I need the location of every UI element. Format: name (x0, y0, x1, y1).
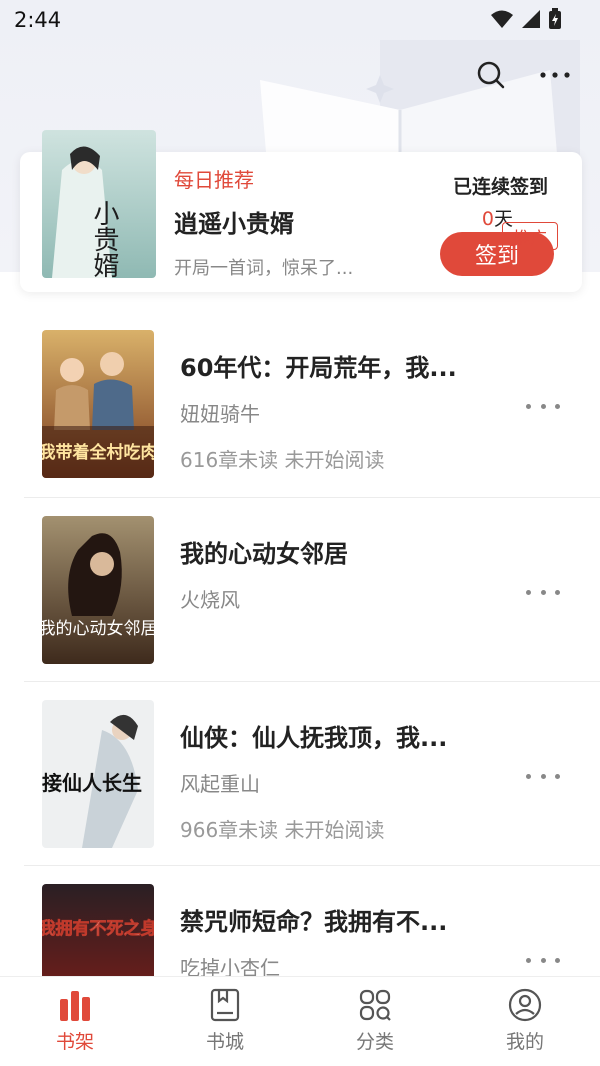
book-cover[interactable]: 我接仙人长生 (42, 700, 154, 848)
book-title[interactable]: 60年代：开局荒年，我... (180, 348, 480, 383)
book-more-button[interactable] (526, 582, 560, 602)
search-button[interactable] (474, 58, 508, 92)
more-button[interactable] (538, 58, 572, 92)
dot (555, 957, 560, 963)
nav-profile[interactable]: 我的 (450, 977, 600, 1066)
ad-badge: 推广 (502, 222, 558, 250)
dot (555, 589, 560, 595)
book-cover-title: 我接仙人长生 (42, 771, 142, 795)
nav-label: 书架 (55, 1031, 94, 1053)
streak-label: 已连续签到 (452, 176, 548, 198)
book-progress: 966章未读 未开始阅读 (180, 818, 385, 842)
book-author: 妞妞骑牛 (180, 402, 260, 426)
bookshelf-list: 我带着全村吃肉 60年代：开局荒年，我... 妞妞骑牛 616章未读 未开始阅读… (0, 312, 600, 986)
bookstore-icon (210, 988, 240, 1022)
dot (540, 403, 546, 409)
book-item[interactable]: 我的心动女邻居 我的心动女邻居 火烧风 (0, 498, 600, 682)
book-cover-art: 我带着全村吃肉 (42, 330, 154, 478)
book-more-button[interactable] (526, 950, 560, 970)
book-item[interactable]: 我带着全村吃肉 60年代：开局荒年，我... 妞妞骑牛 616章未读 未开始阅读 (0, 312, 600, 498)
category-icon (359, 989, 391, 1021)
dot (555, 773, 560, 779)
book-cover-art: 我接仙人长生 (42, 700, 154, 848)
book-item[interactable]: 我接仙人长生 仙侠：仙人抚我顶，我... 风起重山 966章未读 未开始阅读 (0, 682, 600, 866)
book-more-button[interactable] (526, 396, 560, 416)
book-cover-title: 我拥有不死之身 (42, 918, 154, 939)
dot (526, 403, 531, 409)
nav-label: 我的 (505, 1031, 544, 1053)
profile-icon (508, 988, 542, 1022)
daily-cover-title: 小贵婿 (89, 200, 119, 278)
book-author: 火烧风 (180, 588, 240, 612)
dot (526, 773, 531, 779)
dot (526, 589, 531, 595)
book-item[interactable]: 我拥有不死之身 禁咒师短命？我拥有不... 吃掉小杏仁 (0, 866, 600, 986)
daily-book-cover[interactable]: 小贵婿 (42, 130, 156, 278)
nav-category[interactable]: 分类 (300, 977, 450, 1066)
daily-book-title[interactable]: 逍遥小贵婿 (174, 204, 294, 239)
header-actions (474, 58, 572, 92)
more-icon (540, 72, 570, 78)
book-cover[interactable]: 我的心动女邻居 (42, 516, 154, 664)
bookshelf-icon (60, 991, 90, 1021)
status-bar: 2:44 (0, 0, 600, 44)
dot (540, 773, 546, 779)
daily-tag: 每日推荐 (174, 168, 254, 192)
bottom-nav: 书架 书城 分类 我的 (0, 976, 600, 1066)
daily-cover-art: 小贵婿 (42, 130, 156, 278)
nav-bookstore[interactable]: 书城 (150, 977, 300, 1066)
book-cover[interactable]: 我拥有不死之身 (42, 884, 154, 986)
nav-label: 书城 (205, 1031, 244, 1053)
wifi-icon (491, 10, 513, 28)
book-cover-title: 我的心动女邻居 (42, 619, 154, 639)
book-cover-art: 我拥有不死之身 (42, 884, 154, 986)
book-title[interactable]: 仙侠：仙人抚我顶，我... (180, 718, 480, 753)
book-more-button[interactable] (526, 766, 560, 786)
book-cover-title: 我带着全村吃肉 (42, 442, 154, 463)
book-cover-art: 我的心动女邻居 (42, 516, 154, 664)
status-time: 2:44 (14, 8, 62, 32)
dot (540, 589, 546, 595)
nav-bookshelf[interactable]: 书架 (0, 977, 150, 1066)
battery-icon (549, 8, 561, 29)
search-icon (477, 61, 505, 89)
cell-signal-icon (522, 10, 540, 28)
dot (540, 957, 546, 963)
streak-days: 0 (481, 208, 494, 230)
dot (526, 957, 531, 963)
daily-book-desc: 开局一首词，惊呆了... (174, 258, 354, 279)
book-title[interactable]: 禁咒师短命？我拥有不... (180, 902, 480, 937)
nav-label: 分类 (355, 1031, 394, 1053)
book-progress: 616章未读 未开始阅读 (180, 448, 385, 472)
book-title[interactable]: 我的心动女邻居 (180, 534, 480, 569)
dot (555, 403, 560, 409)
status-icons (490, 8, 562, 30)
book-author: 风起重山 (180, 772, 260, 796)
book-cover[interactable]: 我带着全村吃肉 (42, 330, 154, 478)
